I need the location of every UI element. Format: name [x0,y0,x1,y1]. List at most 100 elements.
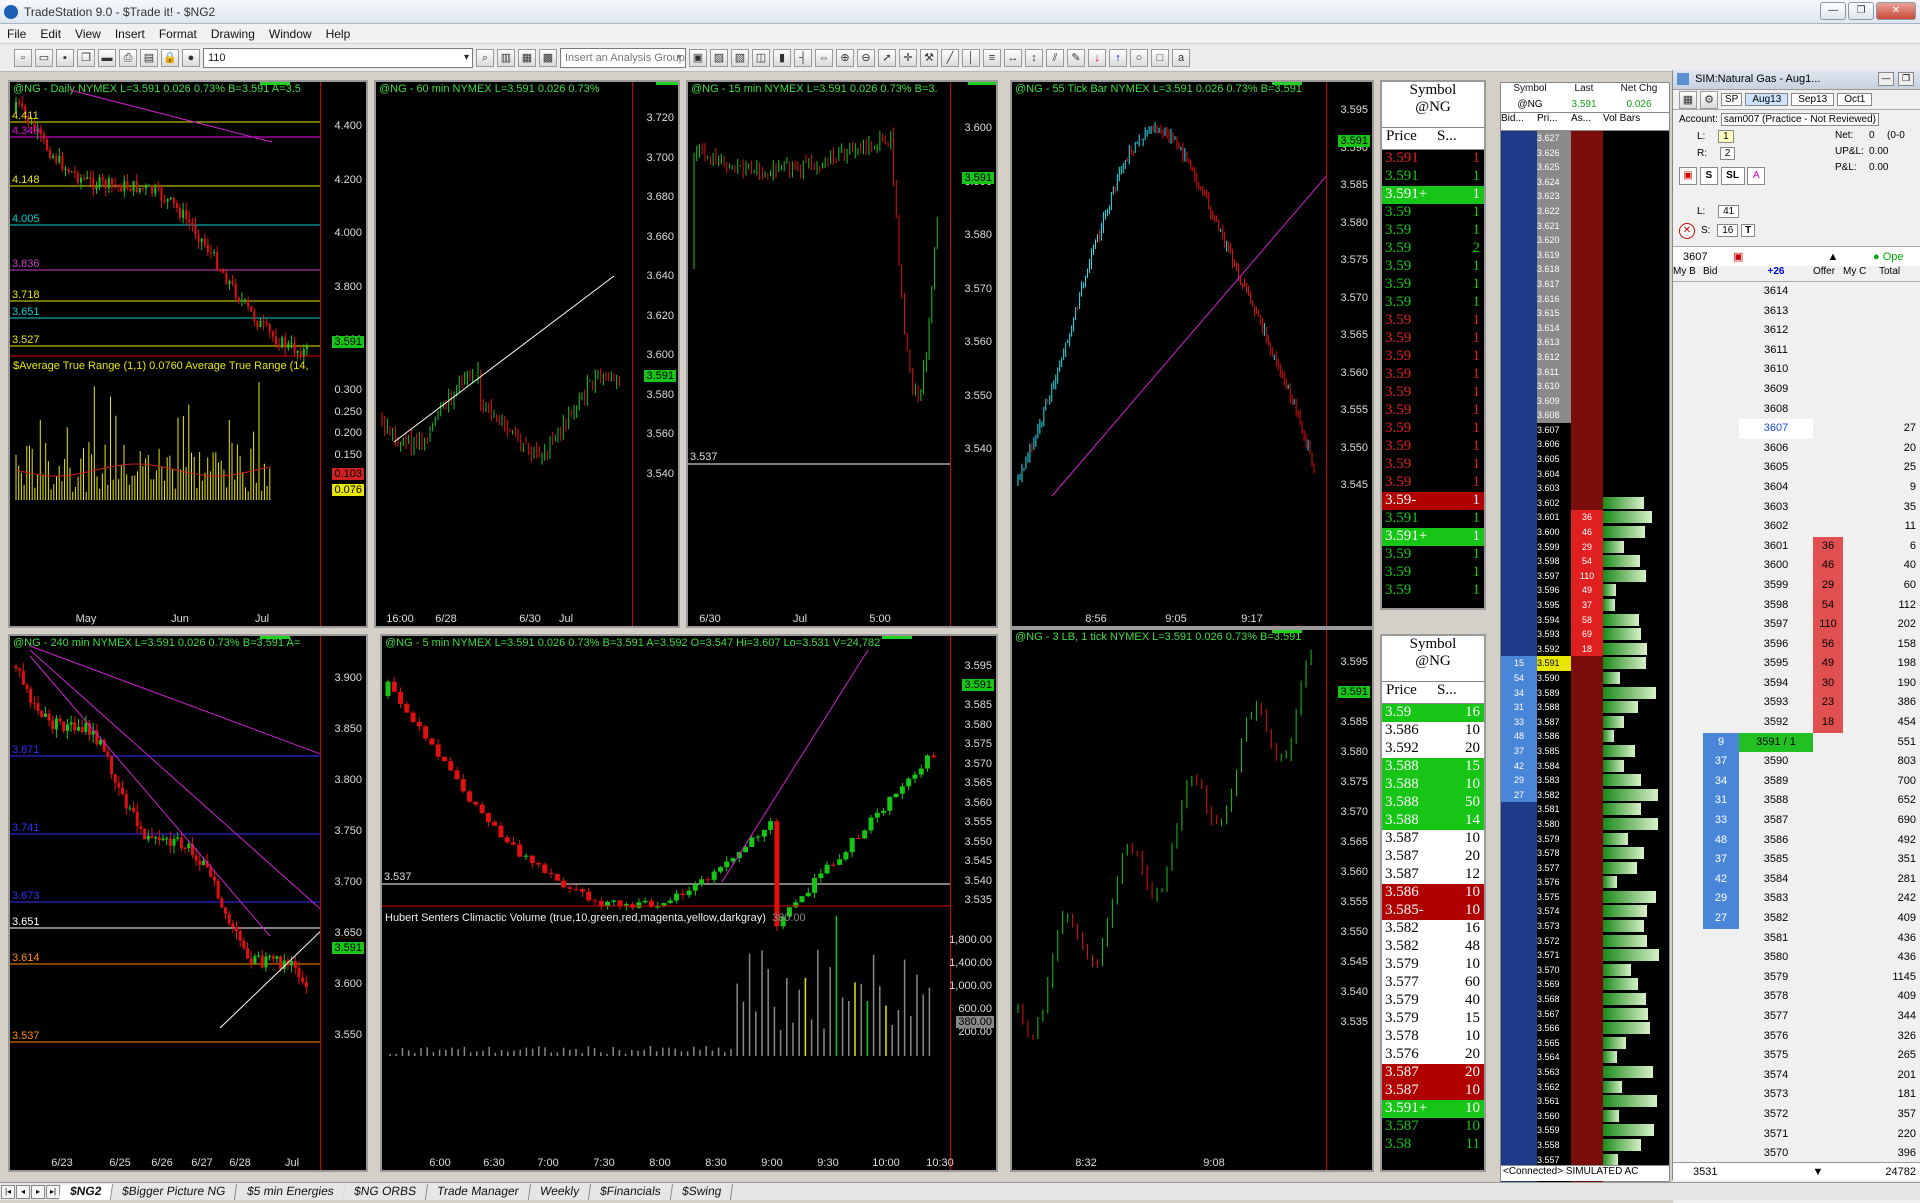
candle-icon[interactable]: ▮ [773,48,791,67]
matrix-my-bid[interactable] [1673,889,1703,909]
matrix-my-bid[interactable] [1673,811,1703,831]
copy-icon[interactable]: ❐ [77,48,95,67]
matrix-bid[interactable] [1703,1007,1739,1027]
s-input[interactable]: 16 [1717,224,1739,237]
matrix-price[interactable]: 3594 [1739,674,1813,694]
matrix-price[interactable]: 3598 [1739,596,1813,616]
matrix-offer[interactable] [1813,439,1843,459]
matrix-row[interactable]: 3594 30 190 [1673,673,1920,694]
matrix-my-bid[interactable] [1673,321,1703,341]
matrix-my-bid[interactable] [1673,1105,1703,1125]
depth-row[interactable]: 3.620 [1501,233,1669,248]
matrix-price[interactable]: 3580 [1739,948,1813,968]
matrix-row[interactable]: 37 3585 351 [1673,850,1920,870]
matrix-bid[interactable] [1703,576,1739,596]
matrix-price[interactable]: 3572 [1739,1105,1813,1125]
matrix-row[interactable]: 3613 [1673,301,1920,322]
depth-row[interactable]: 3.602 [1501,495,1669,511]
matrix-row[interactable]: 3575 265 [1673,1046,1920,1066]
matrix-my-offer[interactable] [1843,458,1879,478]
matrix-my-offer[interactable] [1843,1027,1879,1047]
matrix-row[interactable]: 3576 326 [1673,1026,1920,1047]
matrix-row[interactable]: 3570 396 [1673,1144,1920,1164]
matrix-row[interactable]: 3606 20 [1673,438,1920,459]
matrix-bid[interactable]: 31 [1703,791,1739,812]
matrix-my-offer[interactable] [1843,968,1879,988]
matrix-scroll-down[interactable]: ▼ [1773,1166,1863,1178]
matrix-row[interactable]: 3577 344 [1673,1006,1920,1027]
matrix-my-offer[interactable] [1843,831,1879,851]
channel-icon[interactable]: ⫽ [1046,48,1064,67]
matrix-row[interactable]: 3610 [1673,360,1920,380]
depth-row[interactable]: 3.625 [1501,160,1669,175]
zoom-in-icon[interactable]: ⊕ [836,48,854,67]
matrix-my-offer[interactable] [1843,987,1879,1007]
indicator-icon[interactable]: ▣ [689,48,707,67]
col-my-offer[interactable]: My C [1843,266,1879,281]
matrix-price[interactable]: 3597 [1739,615,1813,635]
matrix-bid[interactable] [1703,948,1739,968]
menu-help[interactable]: Help [319,27,358,41]
matrix-bid[interactable] [1703,498,1739,518]
ts-col-size[interactable]: S... [1433,128,1484,149]
scanner-icon[interactable]: ▧ [731,48,749,67]
matrix-my-bid[interactable] [1673,733,1703,753]
matrix-offer[interactable]: 54 [1813,595,1843,616]
trendline-icon[interactable]: ╱ [941,48,959,67]
matrix-offer[interactable] [1813,517,1843,537]
matrix-bid[interactable] [1703,419,1739,439]
matrix-row[interactable]: 3603 35 [1673,497,1920,518]
depth-row[interactable]: 3.560 [1501,1108,1669,1124]
depth-row[interactable]: 3.610 [1501,379,1669,394]
matrix-my-offer[interactable] [1843,400,1879,420]
matrix-my-bid[interactable] [1673,360,1703,380]
matrix-offer[interactable] [1813,1144,1843,1164]
matrix-offer[interactable] [1813,929,1843,949]
text-icon[interactable]: a [1172,48,1190,67]
matrix-bid[interactable] [1703,713,1739,733]
matrix-bid[interactable]: 37 [1703,752,1739,772]
tab-first-button[interactable]: |◂ [1,1184,15,1199]
menu-edit[interactable]: Edit [33,27,68,41]
depth-row[interactable]: 3.596 49 [1501,583,1669,598]
matrix-my-bid[interactable] [1673,1066,1703,1086]
matrix-my-bid[interactable] [1673,458,1703,478]
matrix-my-bid[interactable] [1673,419,1703,439]
depth-row[interactable]: 34 3.589 [1501,685,1669,701]
depth-row[interactable]: 3.565 [1501,1035,1669,1051]
matrix-row[interactable]: 3604 9 [1673,477,1920,498]
matrix-row[interactable]: 3597 110 202 [1673,615,1920,635]
pencil-icon[interactable]: ✎ [1067,48,1085,67]
matrix-my-bid[interactable] [1673,831,1703,851]
matrix-bid[interactable] [1703,282,1739,302]
tab-swing[interactable]: $Swing [670,1183,734,1200]
matrix-bid[interactable] [1703,400,1739,420]
depth-row[interactable]: 3.616 [1501,291,1669,307]
analysis-group-select[interactable]: Insert an Analysis Group [560,47,686,68]
tab-weekly[interactable]: Weekly [528,1183,592,1200]
matrix-bid[interactable]: 27 [1703,909,1739,929]
matrix-bid[interactable] [1703,987,1739,1007]
matrix-bid[interactable] [1703,1046,1739,1066]
matrix-price[interactable]: 3602 [1739,517,1813,537]
depth-row[interactable]: 3.613 [1501,335,1669,350]
col-bid[interactable]: Bid [1703,266,1739,281]
matrix-my-offer[interactable] [1843,1125,1879,1145]
matrix-row[interactable]: 29 3583 242 [1673,889,1920,909]
matrix-price[interactable]: 3603 [1739,498,1813,518]
matrix-row[interactable]: 3598 54 112 [1673,595,1920,616]
matrix-row[interactable]: 27 3582 409 [1673,909,1920,929]
matrix-offer[interactable] [1813,360,1843,380]
ellipse-icon[interactable]: ○ [1130,48,1148,67]
matrix-row[interactable]: 3609 [1673,379,1920,400]
ts-col-size[interactable]: S... [1433,682,1484,703]
matrix-row[interactable]: 3612 [1673,321,1920,341]
matrix-my-offer[interactable] [1843,321,1879,341]
matrix-my-offer[interactable] [1843,498,1879,518]
matrix-offer[interactable]: 49 [1813,654,1843,674]
matrix-offer[interactable] [1813,909,1843,929]
depth-row[interactable]: 3.595 37 [1501,598,1669,613]
depth-col-ask[interactable]: As... [1571,113,1603,130]
col-total[interactable]: Total [1879,266,1920,281]
matrix-my-offer[interactable] [1843,713,1879,733]
